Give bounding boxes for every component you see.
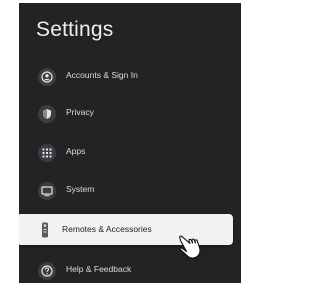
menu-item-label: Help & Feedback [66, 264, 132, 274]
help-icon [38, 262, 56, 280]
menu-item-privacy[interactable]: Privacy [19, 101, 241, 127]
shield-icon [38, 105, 56, 123]
menu-item-accounts[interactable]: Accounts & Sign In [19, 64, 241, 90]
menu-item-label: System [66, 184, 95, 194]
menu-item-apps[interactable]: Apps [19, 140, 241, 166]
apps-grid-icon [38, 144, 56, 162]
menu-item-label: Apps [66, 146, 86, 156]
menu-item-label: Privacy [66, 107, 94, 117]
page-title: Settings [36, 18, 114, 41]
monitor-icon [38, 182, 56, 200]
menu-item-system[interactable]: System [19, 178, 241, 204]
account-circle-icon [38, 68, 56, 86]
remote-icon [36, 221, 54, 239]
menu-item-label: Remotes & Accessories [62, 224, 152, 234]
menu-item-label: Accounts & Sign In [66, 70, 138, 80]
hand-pointer-icon [179, 235, 201, 259]
